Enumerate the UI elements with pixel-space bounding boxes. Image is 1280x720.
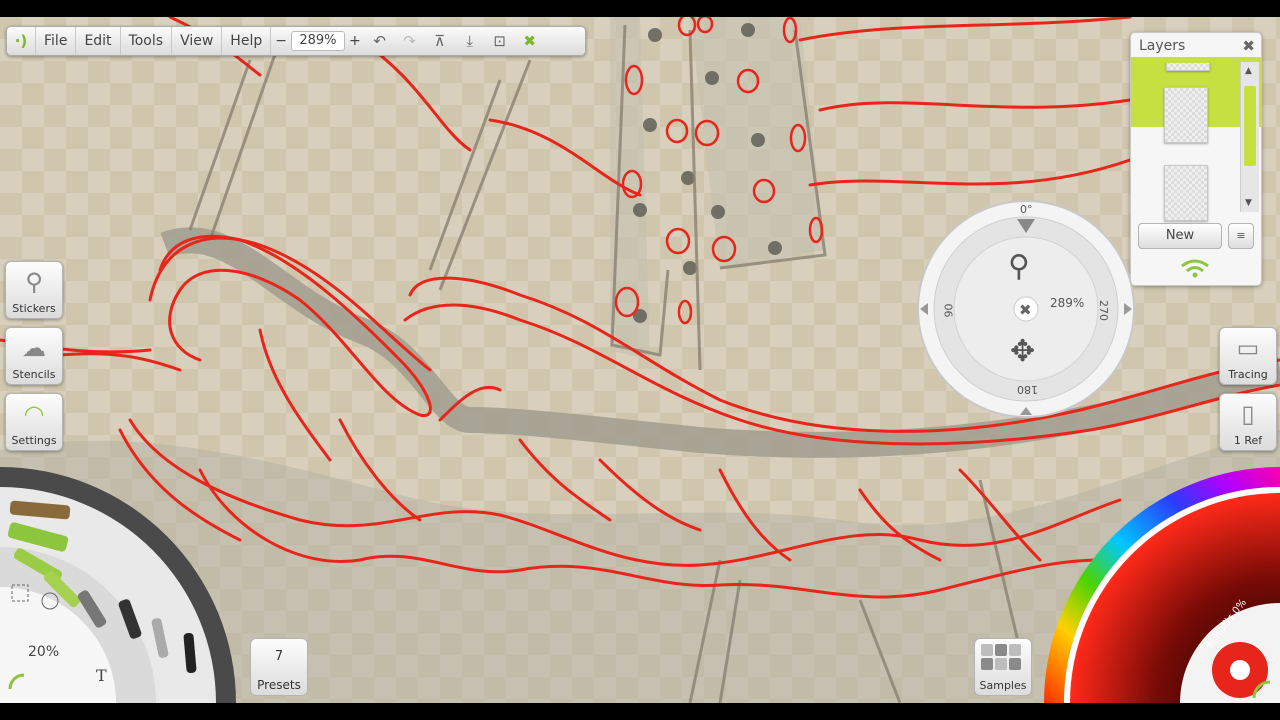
presets-button[interactable]: 7 Presets [250,638,308,696]
color-picker-wheel[interactable] [1040,460,1280,703]
reference-label: 1 Ref [1233,434,1263,447]
tracing-paper-icon[interactable]: ⊼ [425,27,455,55]
settings-button[interactable]: ◠ Settings [5,393,63,451]
import-icon[interactable]: ⤓ [455,27,485,55]
text-tool-icon: T [96,666,107,685]
scrollbar-thumb[interactable] [1244,86,1256,166]
scroll-up-icon[interactable]: ▲ [1245,66,1252,76]
stickers-label: Stickers [12,302,56,315]
stickers-button[interactable]: ⚲ Stickers [5,261,63,319]
layer-thumbnail[interactable] [1164,165,1208,221]
tracing-icon: ▭ [1236,334,1260,362]
reference-icon: ▯ [1241,400,1255,428]
new-layer-button[interactable]: New [1138,223,1222,249]
samples-button[interactable]: Samples [974,638,1032,696]
undo-icon[interactable]: ↶ [365,27,395,55]
zoom-control: − 289% + [270,27,364,55]
zoom-out-button[interactable]: − [275,33,287,49]
zoom-value[interactable]: 289% [290,31,345,51]
stencils-icon: ☁ [22,334,46,362]
presets-label: Presets [257,678,301,692]
stickers-icon: ⚲ [25,268,43,296]
brush-size-value[interactable]: 20% [28,644,59,660]
settings-label: Settings [11,434,57,447]
app-logo-button[interactable]: ·) [7,27,35,55]
tracing-button[interactable]: ▭ Tracing [1219,327,1277,385]
stencils-button[interactable]: ☁ Stencils [5,327,63,385]
settings-icon: ◠ [23,400,45,428]
reference-button[interactable]: ▯ 1 Ref [1219,393,1277,451]
menu-view[interactable]: View [171,27,221,55]
reset-icon[interactable]: ✖ [1019,301,1032,319]
letterbox-bottom [0,703,1280,720]
move-icon[interactable]: ✥ [1010,334,1035,369]
dial-angle-right: 270 [1097,300,1110,321]
export-icon[interactable]: ⊡ [485,27,515,55]
scroll-down-icon[interactable]: ▼ [1245,198,1252,208]
zoom-in-button[interactable]: + [349,33,361,49]
presets-count: 7 [274,649,284,664]
tool-wheel[interactable]: T [0,463,240,703]
samples-label: Samples [979,679,1027,692]
dial-angle-top: 0° [1020,203,1033,216]
tracing-label: Tracing [1228,368,1268,381]
layer-menu-button[interactable]: ≡ [1228,223,1254,249]
menu-tools[interactable]: Tools [119,27,172,55]
dial-angle-bottom: 180 [1017,383,1038,396]
menu-file[interactable]: File [35,27,75,55]
stencils-label: Stencils [12,368,56,381]
dial-angle-left: 90 [942,303,956,318]
fullscreen-icon[interactable]: ✖ [515,27,545,55]
layers-scrollbar[interactable]: ▲ ▼ [1240,62,1259,212]
zoom-magnifier-icon[interactable]: ⚲ [1008,249,1030,284]
wireless-icon[interactable] [1178,258,1212,278]
layer-thumbnail[interactable] [1164,87,1208,143]
menu-edit[interactable]: Edit [75,27,119,55]
layer-thumbnail[interactable] [1166,63,1210,71]
samples-grid-icon [981,644,1021,670]
dial-zoom-value: 289% [1050,296,1085,310]
top-toolbar: ·) File Edit Tools View Help − 289% + ↶ … [6,26,586,56]
close-icon[interactable]: ✖ [1242,33,1255,59]
letterbox-top [0,0,1280,17]
redo-icon[interactable]: ↷ [395,27,425,55]
menu-help[interactable]: Help [221,27,270,55]
layer-list[interactable] [1131,63,1243,245]
layers-title: Layers [1139,38,1186,54]
layers-header: Layers ✖ [1131,33,1261,60]
